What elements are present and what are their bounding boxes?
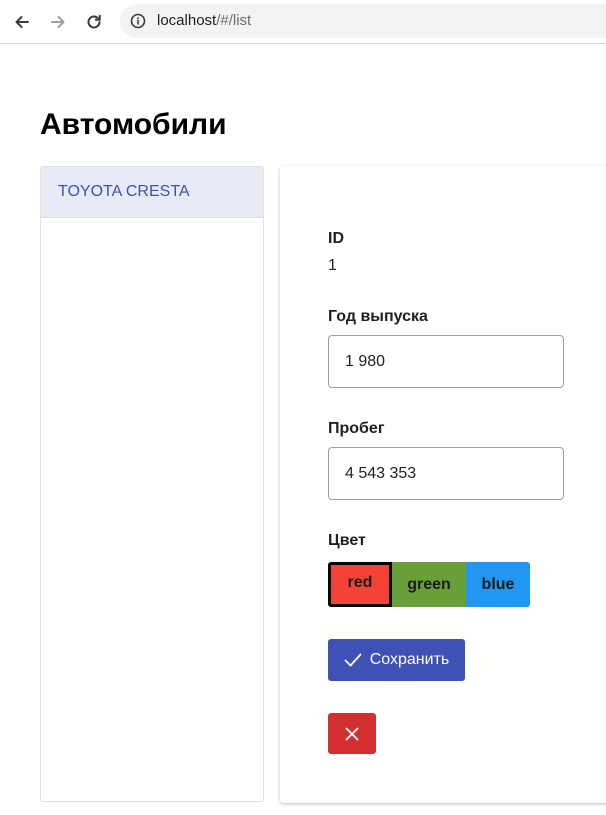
address-bar[interactable]: localhost/#/list <box>120 4 606 38</box>
mileage-input[interactable] <box>328 447 564 500</box>
save-button-label: Сохранить <box>369 651 450 668</box>
mileage-label: Пробег <box>328 420 385 437</box>
save-button[interactable]: Сохранить <box>328 639 465 681</box>
reload-button[interactable] <box>82 10 106 34</box>
id-value: 1 <box>328 257 337 274</box>
check-icon <box>344 653 362 667</box>
info-icon[interactable] <box>130 13 146 29</box>
year-label: Год выпуска <box>328 308 428 325</box>
list-item-selected[interactable]: TOYOTA CRESTA <box>41 167 263 218</box>
url-text: localhost/#/list <box>157 12 251 30</box>
reload-icon <box>87 14 101 29</box>
browser-toolbar: localhost/#/list <box>0 0 606 44</box>
color-green-button[interactable]: green <box>392 562 466 607</box>
color-blue-button[interactable]: blue <box>466 562 530 607</box>
color-label: Цвет <box>328 532 366 549</box>
arrow-left-icon <box>15 16 29 28</box>
url-path: /#/list <box>216 12 252 29</box>
year-input[interactable] <box>328 335 564 388</box>
close-icon <box>345 727 359 740</box>
list-item-label: TOYOTA CRESTA <box>58 183 190 200</box>
color-red-button[interactable]: red <box>328 562 392 607</box>
url-host: localhost <box>157 12 217 29</box>
page-title: Автомобили <box>40 108 227 141</box>
back-button[interactable] <box>10 10 34 34</box>
color-selector: red green blue <box>328 562 530 607</box>
id-label: ID <box>328 230 344 247</box>
arrow-right-icon <box>51 16 65 28</box>
delete-button[interactable] <box>328 713 376 754</box>
forward-button[interactable] <box>46 10 70 34</box>
car-detail-panel: ID 1 Год выпуска Пробег Цвет red green b… <box>280 166 606 803</box>
car-list: TOYOTA CRESTA <box>40 166 264 802</box>
